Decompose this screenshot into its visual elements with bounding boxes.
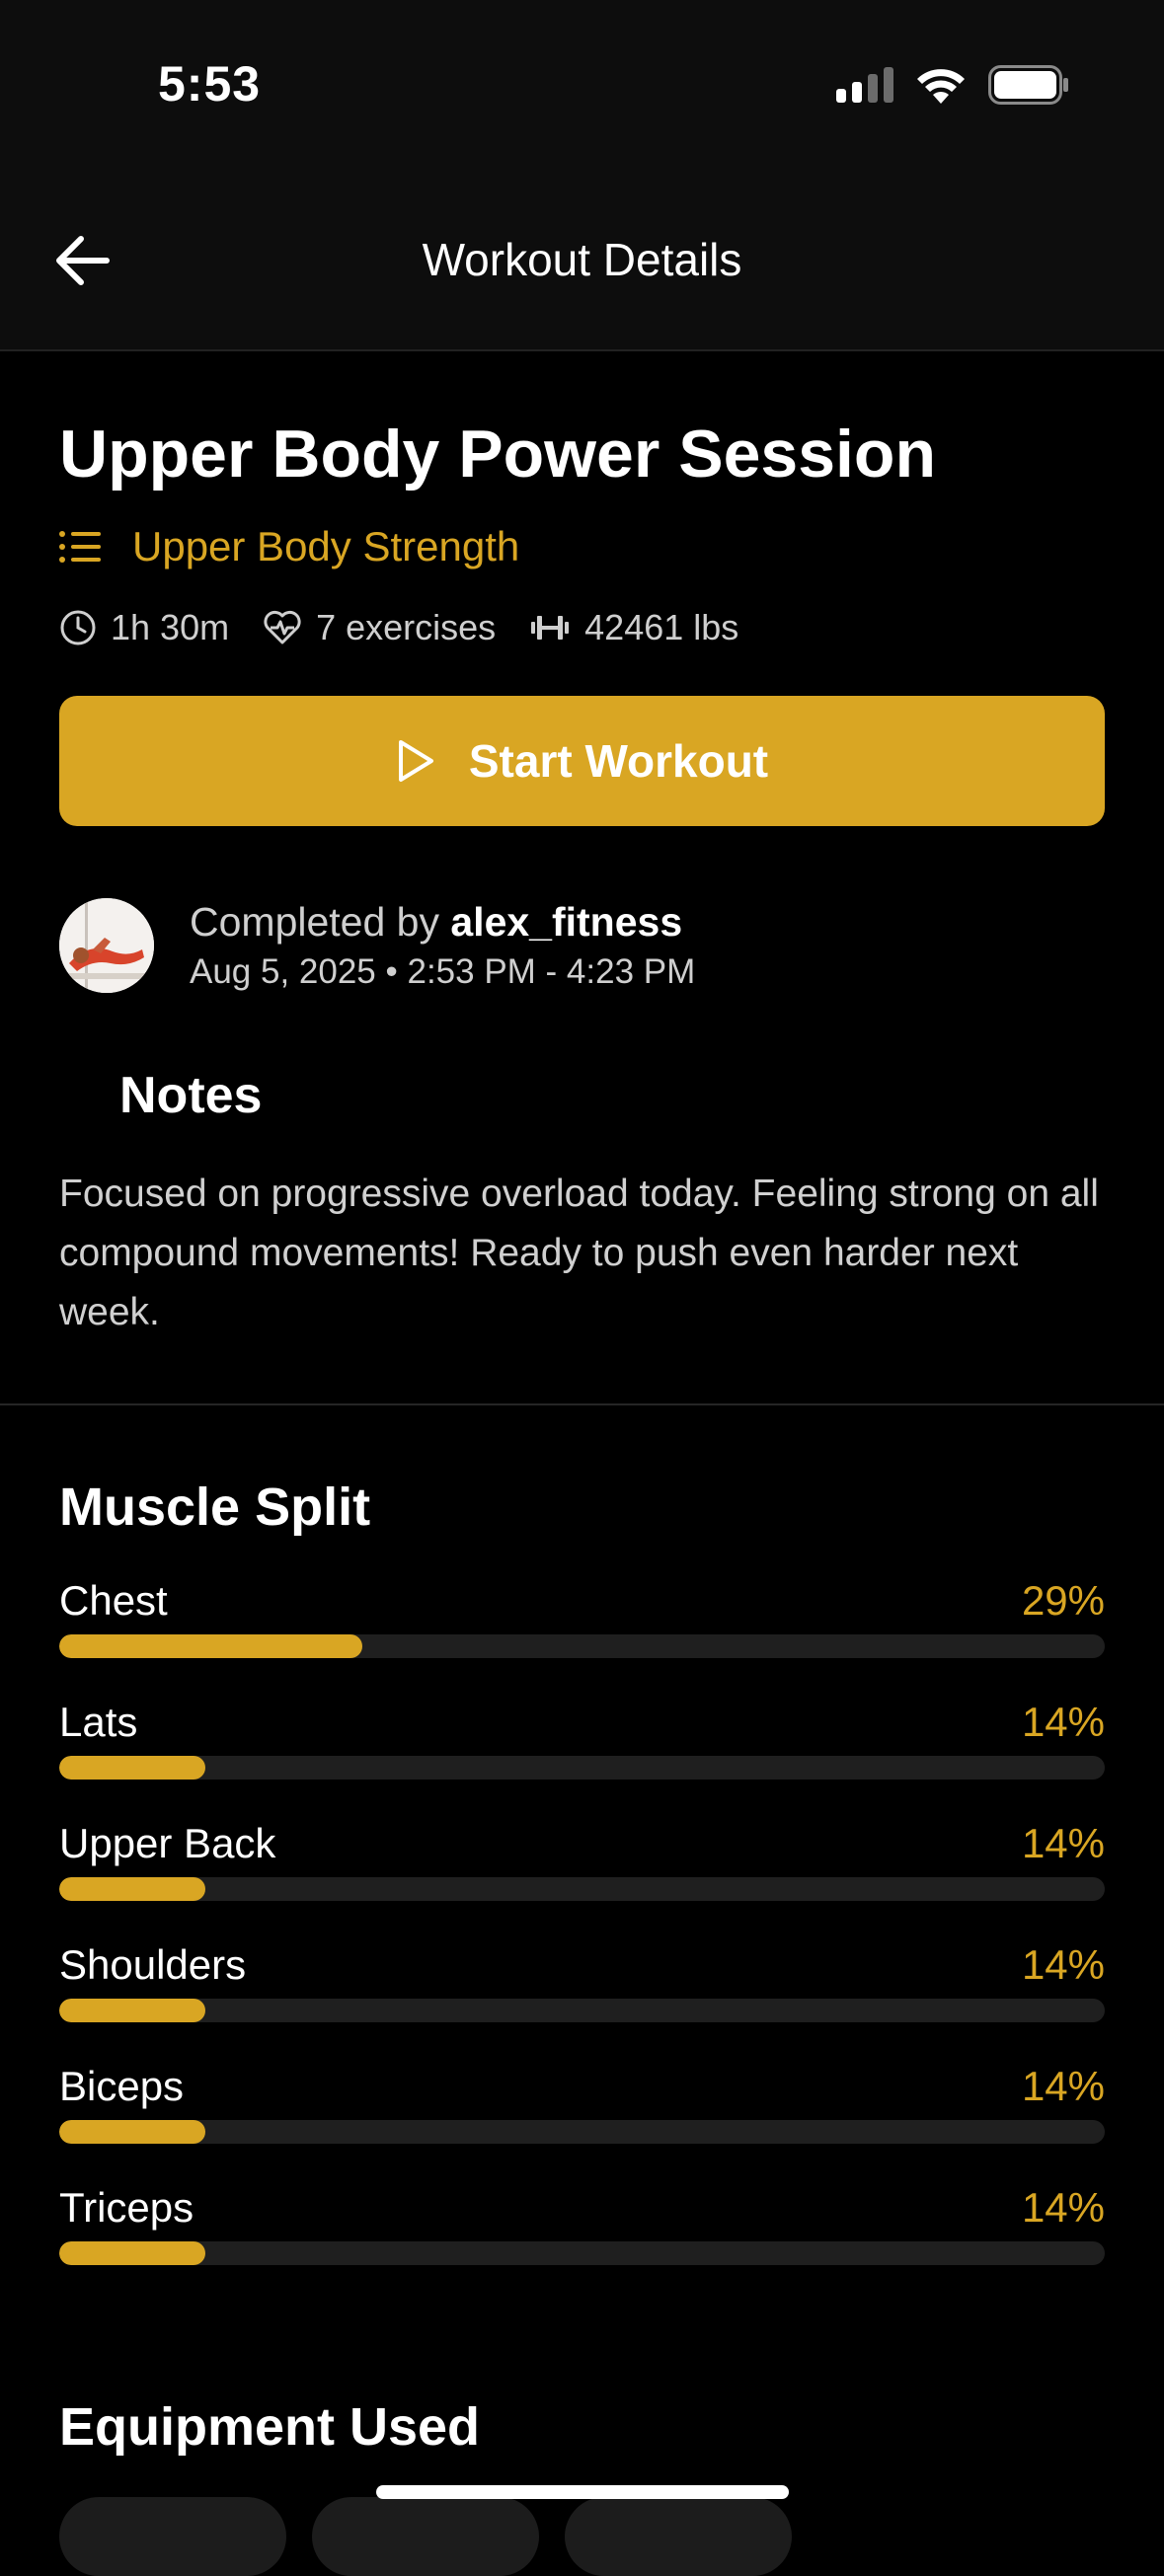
progress-fill	[59, 1999, 206, 2022]
equipment-chip[interactable]	[565, 2497, 792, 2576]
category-label: Upper Body Strength	[132, 523, 520, 569]
equipment-chips	[59, 2497, 792, 2576]
workout-category[interactable]: Upper Body Strength	[59, 517, 1105, 576]
progress-fill	[59, 2120, 206, 2144]
nav-bar: Workout Details	[0, 178, 1164, 351]
muscle-percent: 14%	[1021, 2184, 1105, 2231]
muscle-percent: 29%	[1021, 1577, 1105, 1624]
muscle-name: Upper Back	[59, 1820, 276, 1866]
equipment-chip[interactable]	[59, 2497, 286, 2576]
wifi-icon	[917, 69, 965, 104]
notes-title: Notes	[119, 1067, 263, 1124]
nav-title: Workout Details	[422, 234, 742, 285]
muscle-name: Triceps	[59, 2184, 194, 2231]
notes-text: Focused on progressive overload today. F…	[59, 1173, 1099, 1333]
completed-by: Completed by alex_fitness	[190, 896, 695, 947]
dumbbell-icon	[531, 616, 570, 640]
muscle-split-row: Lats 14%	[59, 1699, 1105, 1797]
muscle-split-title: Muscle Split	[59, 1477, 371, 1537]
progress-fill	[59, 1634, 363, 1658]
avatar-image	[59, 898, 154, 993]
muscle-split-row: Triceps 14%	[59, 2184, 1105, 2283]
progress-track	[59, 1756, 1105, 1780]
muscle-split-row: Shoulders 14%	[59, 1941, 1105, 2040]
muscle-percent: 14%	[1021, 1941, 1105, 1988]
divider	[0, 1403, 1164, 1405]
completion-datetime: Aug 5, 2025 • 2:53 PM - 4:23 PM	[190, 952, 696, 991]
battery-icon	[988, 65, 1068, 105]
completion-info: Completed by alex_fitness Aug 5, 2025 • …	[190, 896, 695, 997]
progress-fill	[59, 1877, 206, 1901]
progress-track	[59, 1634, 1105, 1658]
status-icons	[836, 63, 1069, 107]
muscle-split-row: Chest 29%	[59, 1577, 1105, 1676]
duration-stat: 1h 30m	[59, 607, 229, 648]
progress-track	[59, 1999, 1105, 2022]
volume-stat: 42461 lbs	[529, 607, 738, 648]
muscle-name: Lats	[59, 1699, 138, 1745]
signal-icon	[836, 67, 893, 103]
heart-pulse-icon	[264, 610, 301, 644]
exercises-value: 7 exercises	[316, 607, 497, 647]
muscle-split-row: Biceps 14%	[59, 2063, 1105, 2161]
muscle-percent: 14%	[1021, 1820, 1105, 1866]
start-workout-label: Start Workout	[468, 735, 769, 787]
muscle-name: Biceps	[59, 2063, 185, 2109]
muscle-split-row: Upper Back 14%	[59, 1820, 1105, 1919]
progress-fill	[59, 1756, 206, 1780]
progress-track	[59, 2241, 1105, 2265]
volume-value: 42461 lbs	[584, 607, 739, 647]
completed-prefix: Completed by	[190, 899, 439, 945]
status-time: 5:53	[158, 56, 262, 112]
progress-fill	[59, 2241, 206, 2265]
list-icon	[59, 531, 101, 563]
progress-track	[59, 1877, 1105, 1901]
progress-track	[59, 2120, 1105, 2144]
clock-icon	[60, 610, 96, 645]
muscle-name: Shoulders	[59, 1941, 247, 1988]
muscle-percent: 14%	[1021, 1699, 1105, 1745]
equipment-title: Equipment Used	[59, 2397, 481, 2457]
muscle-name: Chest	[59, 1577, 168, 1624]
status-bar: 5:53	[0, 0, 1164, 178]
username[interactable]: alex_fitness	[450, 899, 682, 945]
muscle-percent: 14%	[1021, 2063, 1105, 2109]
avatar[interactable]	[59, 898, 154, 993]
start-workout-button[interactable]: Start Workout	[59, 696, 1105, 826]
play-icon	[398, 740, 433, 782]
workout-meta: 1h 30m 7 exercises 42461 lbs	[59, 600, 1105, 655]
workout-title: Upper Body Power Session	[59, 417, 936, 492]
home-indicator[interactable]	[376, 2485, 789, 2499]
exercises-stat: 7 exercises	[263, 607, 496, 648]
equipment-chip[interactable]	[312, 2497, 539, 2576]
duration-value: 1h 30m	[111, 607, 230, 647]
